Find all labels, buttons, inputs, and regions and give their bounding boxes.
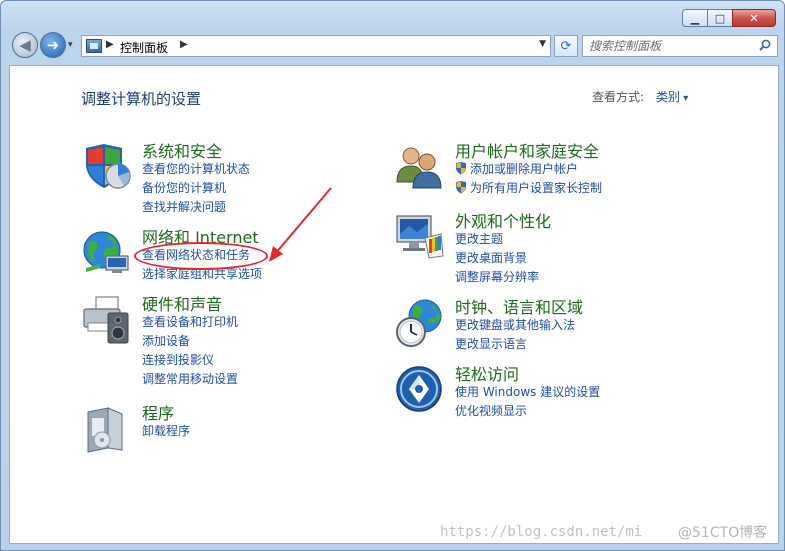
link-add-device[interactable]: 添加设备 [142,332,238,351]
search-icon[interactable] [759,39,771,51]
control-panel-window: ▁ □ ✕ ◀ ➜ ▾ ▶ 控制面板 ▶ ▼ ⟳ 调整计算机的设置 查看方式: … [0,0,785,551]
link-use-recommended-settings[interactable]: 使用 Windows 建议的设置 [455,383,600,402]
link-parental-controls[interactable]: 为所有用户设置家长控制 [455,179,602,198]
breadcrumb-separator-icon[interactable]: ▶ [106,39,114,50]
category-title-ease-of-access[interactable]: 轻松访问 [455,361,519,385]
programs-box-icon [87,407,123,453]
address-bar[interactable]: ▶ 控制面板 ▶ ▼ [81,35,551,57]
watermark-url: https://blog.csdn.net/mi [440,524,643,540]
refresh-button[interactable]: ⟳ [554,35,578,57]
link-mobility-settings[interactable]: 调整常用移动设置 [142,370,238,389]
page-title: 调整计算机的设置 [81,90,202,108]
link-troubleshoot[interactable]: 查找并解决问题 [142,198,250,217]
watermark-site: @51CTO博客 [678,525,768,541]
shield-pie-icon [86,144,131,189]
link-backup-computer[interactable]: 备份您的计算机 [142,179,250,198]
link-uninstall-program[interactable]: 卸载程序 [142,422,190,441]
minimize-button[interactable]: ▁ [682,9,708,27]
link-devices-printers[interactable]: 查看设备和打印机 [142,313,238,332]
navigation-toolbar: ◀ ➜ ▾ ▶ 控制面板 ▶ ▼ ⟳ [9,32,779,62]
uac-shield-icon [456,181,466,194]
users-icon [396,147,442,189]
uac-shield-icon [456,162,466,175]
address-dropdown-icon[interactable]: ▼ [539,39,546,49]
view-by-dropdown[interactable]: 类别 [656,88,688,105]
close-button[interactable]: ✕ [732,9,776,27]
category-title-system-security[interactable]: 系统和安全 [142,138,222,162]
control-panel-icon [86,39,102,53]
recent-pages-dropdown[interactable]: ▾ [68,40,73,50]
link-change-desktop-background[interactable]: 更改桌面背景 [455,249,539,268]
category-title-user-accounts[interactable]: 用户帐户和家庭安全 [455,138,599,162]
link-add-remove-accounts[interactable]: 添加或删除用户帐户 [455,160,602,179]
highlight-ellipse [134,242,268,270]
breadcrumb-separator-icon[interactable]: ▶ [180,39,188,50]
link-connect-projector[interactable]: 连接到投影仪 [142,351,238,370]
forward-arrow-icon: ➜ [46,36,60,54]
category-title-clock-language-region[interactable]: 时钟、语言和区域 [455,294,583,318]
link-change-display-language[interactable]: 更改显示语言 [455,335,575,354]
search-box[interactable] [582,35,778,57]
annotation-arrow-icon [269,187,332,262]
link-optimize-visual-display[interactable]: 优化视频显示 [455,402,600,421]
breadcrumb-control-panel[interactable]: 控制面板 [120,39,168,56]
category-title-programs[interactable]: 程序 [142,400,174,424]
globe-network-icon [83,231,129,273]
view-by-label: 查看方式: [592,90,645,104]
link-view-computer-status[interactable]: 查看您的计算机状态 [142,160,250,179]
search-input[interactable] [589,38,749,54]
back-arrow-icon: ◀ [19,36,31,54]
refresh-icon: ⟳ [560,38,572,54]
content-pane: 调整计算机的设置 查看方式: 类别 系统和安全 查看您的计算机状态 备份您的计算… [9,65,779,544]
link-change-keyboard-input[interactable]: 更改键盘或其他输入法 [455,316,575,335]
category-title-hardware-sound[interactable]: 硬件和声音 [142,291,222,315]
link-change-theme[interactable]: 更改主题 [455,230,539,249]
monitor-palette-icon [396,215,444,259]
back-button[interactable]: ◀ [12,32,38,58]
link-parental-controls-label: 为所有用户设置家长控制 [470,181,603,195]
link-adjust-resolution[interactable]: 调整屏幕分辨率 [455,268,539,287]
maximize-button[interactable]: □ [707,9,733,27]
category-title-appearance[interactable]: 外观和个性化 [455,208,551,232]
clock-globe-icon [396,299,442,347]
forward-button[interactable]: ➜ [40,32,66,58]
ease-of-access-icon [396,366,442,412]
link-add-remove-accounts-label: 添加或删除用户帐户 [470,162,579,176]
caption-buttons: ▁ □ ✕ [682,9,776,27]
printer-speaker-icon [83,296,129,344]
